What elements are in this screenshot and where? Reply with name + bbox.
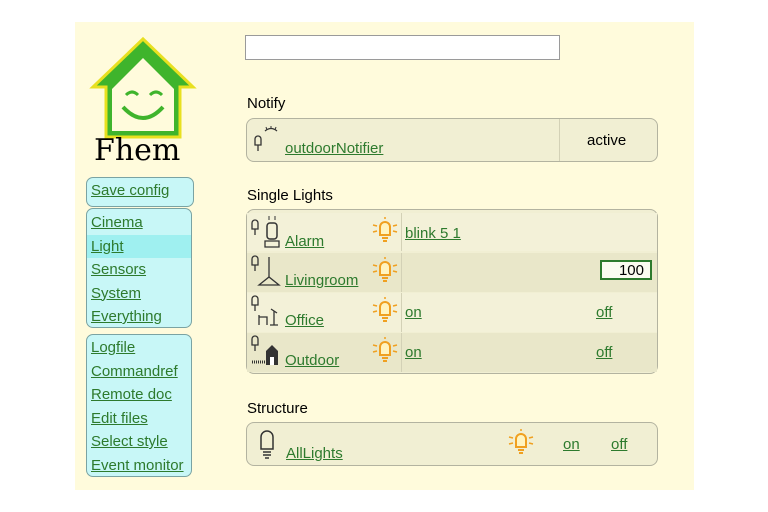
outdoornotifier-state: active <box>587 132 627 149</box>
save-config-link[interactable]: Save config <box>87 178 193 204</box>
logo-text: Fhem <box>94 133 181 168</box>
select-style-link[interactable]: Select style <box>87 430 191 454</box>
house-light-icon <box>251 335 278 365</box>
bulb-icon <box>372 217 398 242</box>
device-row-office: Office on off <box>247 293 657 332</box>
structure-panel: AllLights on off <box>246 422 658 466</box>
device-livingroom-link[interactable]: Livingroom <box>285 272 358 289</box>
bulb-icon <box>372 337 398 362</box>
bulb-icon <box>372 257 398 282</box>
event-monitor-link[interactable]: Event monitor <box>87 454 191 478</box>
column-divider <box>401 253 402 292</box>
desk-lamp-icon <box>251 295 278 326</box>
outdoor-on-link[interactable]: on <box>405 344 422 361</box>
ceiling-lamp-icon <box>251 255 281 286</box>
menu-top: Save config <box>86 177 194 207</box>
dim-value-input[interactable]: 100 <box>600 260 652 280</box>
device-office-link[interactable]: Office <box>285 312 324 329</box>
menu-tools: Logfile Commandref Remote doc Edit files… <box>86 334 192 477</box>
single-lights-panel: Alarm blink 5 1 Livingroom 100 Office on… <box>246 209 658 374</box>
room-cinema-link[interactable]: Cinema <box>87 211 191 235</box>
column-divider <box>559 119 560 161</box>
alllights-on-link[interactable]: on <box>563 436 580 453</box>
device-row-outdoor: Outdoor on off <box>247 333 657 372</box>
device-outdoor-link[interactable]: Outdoor <box>285 352 339 369</box>
notifier-icon <box>254 126 278 151</box>
notify-section-title: Notify <box>247 95 286 112</box>
alarm-state-link[interactable]: blink 5 1 <box>405 225 461 242</box>
device-row-livingroom: Livingroom 100 <box>247 253 657 292</box>
office-off-link[interactable]: off <box>596 304 612 321</box>
column-divider <box>401 213 402 251</box>
notify-panel: outdoorNotifier active <box>246 118 658 162</box>
remote-doc-link[interactable]: Remote doc <box>87 383 191 407</box>
device-alllights-link[interactable]: AllLights <box>286 445 343 462</box>
commandref-link[interactable]: Commandref <box>87 360 191 384</box>
bulb-icon <box>508 429 534 454</box>
alllights-off-link[interactable]: off <box>611 436 627 453</box>
device-outdoornotifier-link[interactable]: outdoorNotifier <box>285 140 383 157</box>
logfile-link[interactable]: Logfile <box>87 336 191 360</box>
room-light-link[interactable]: Light <box>87 234 191 258</box>
room-everything-link[interactable]: Everything <box>87 305 191 329</box>
edit-files-link[interactable]: Edit files <box>87 407 191 431</box>
alarm-siren-icon <box>251 216 280 248</box>
outdoor-off-link[interactable]: off <box>596 344 612 361</box>
single-lights-section-title: Single Lights <box>247 187 333 204</box>
room-sensors-link[interactable]: Sensors <box>87 258 191 282</box>
bulb-icon <box>372 297 398 322</box>
menu-rooms: Cinema Light Sensors System Everything <box>86 208 192 328</box>
lightbulb-outline-icon <box>260 430 274 459</box>
structure-section-title: Structure <box>247 400 308 417</box>
device-alarm-link[interactable]: Alarm <box>285 233 324 250</box>
office-on-link[interactable]: on <box>405 304 422 321</box>
column-divider <box>401 333 402 372</box>
room-system-link[interactable]: System <box>87 282 191 306</box>
command-input[interactable] <box>245 35 560 60</box>
device-row-alarm: Alarm blink 5 1 <box>247 213 657 251</box>
column-divider <box>401 293 402 332</box>
